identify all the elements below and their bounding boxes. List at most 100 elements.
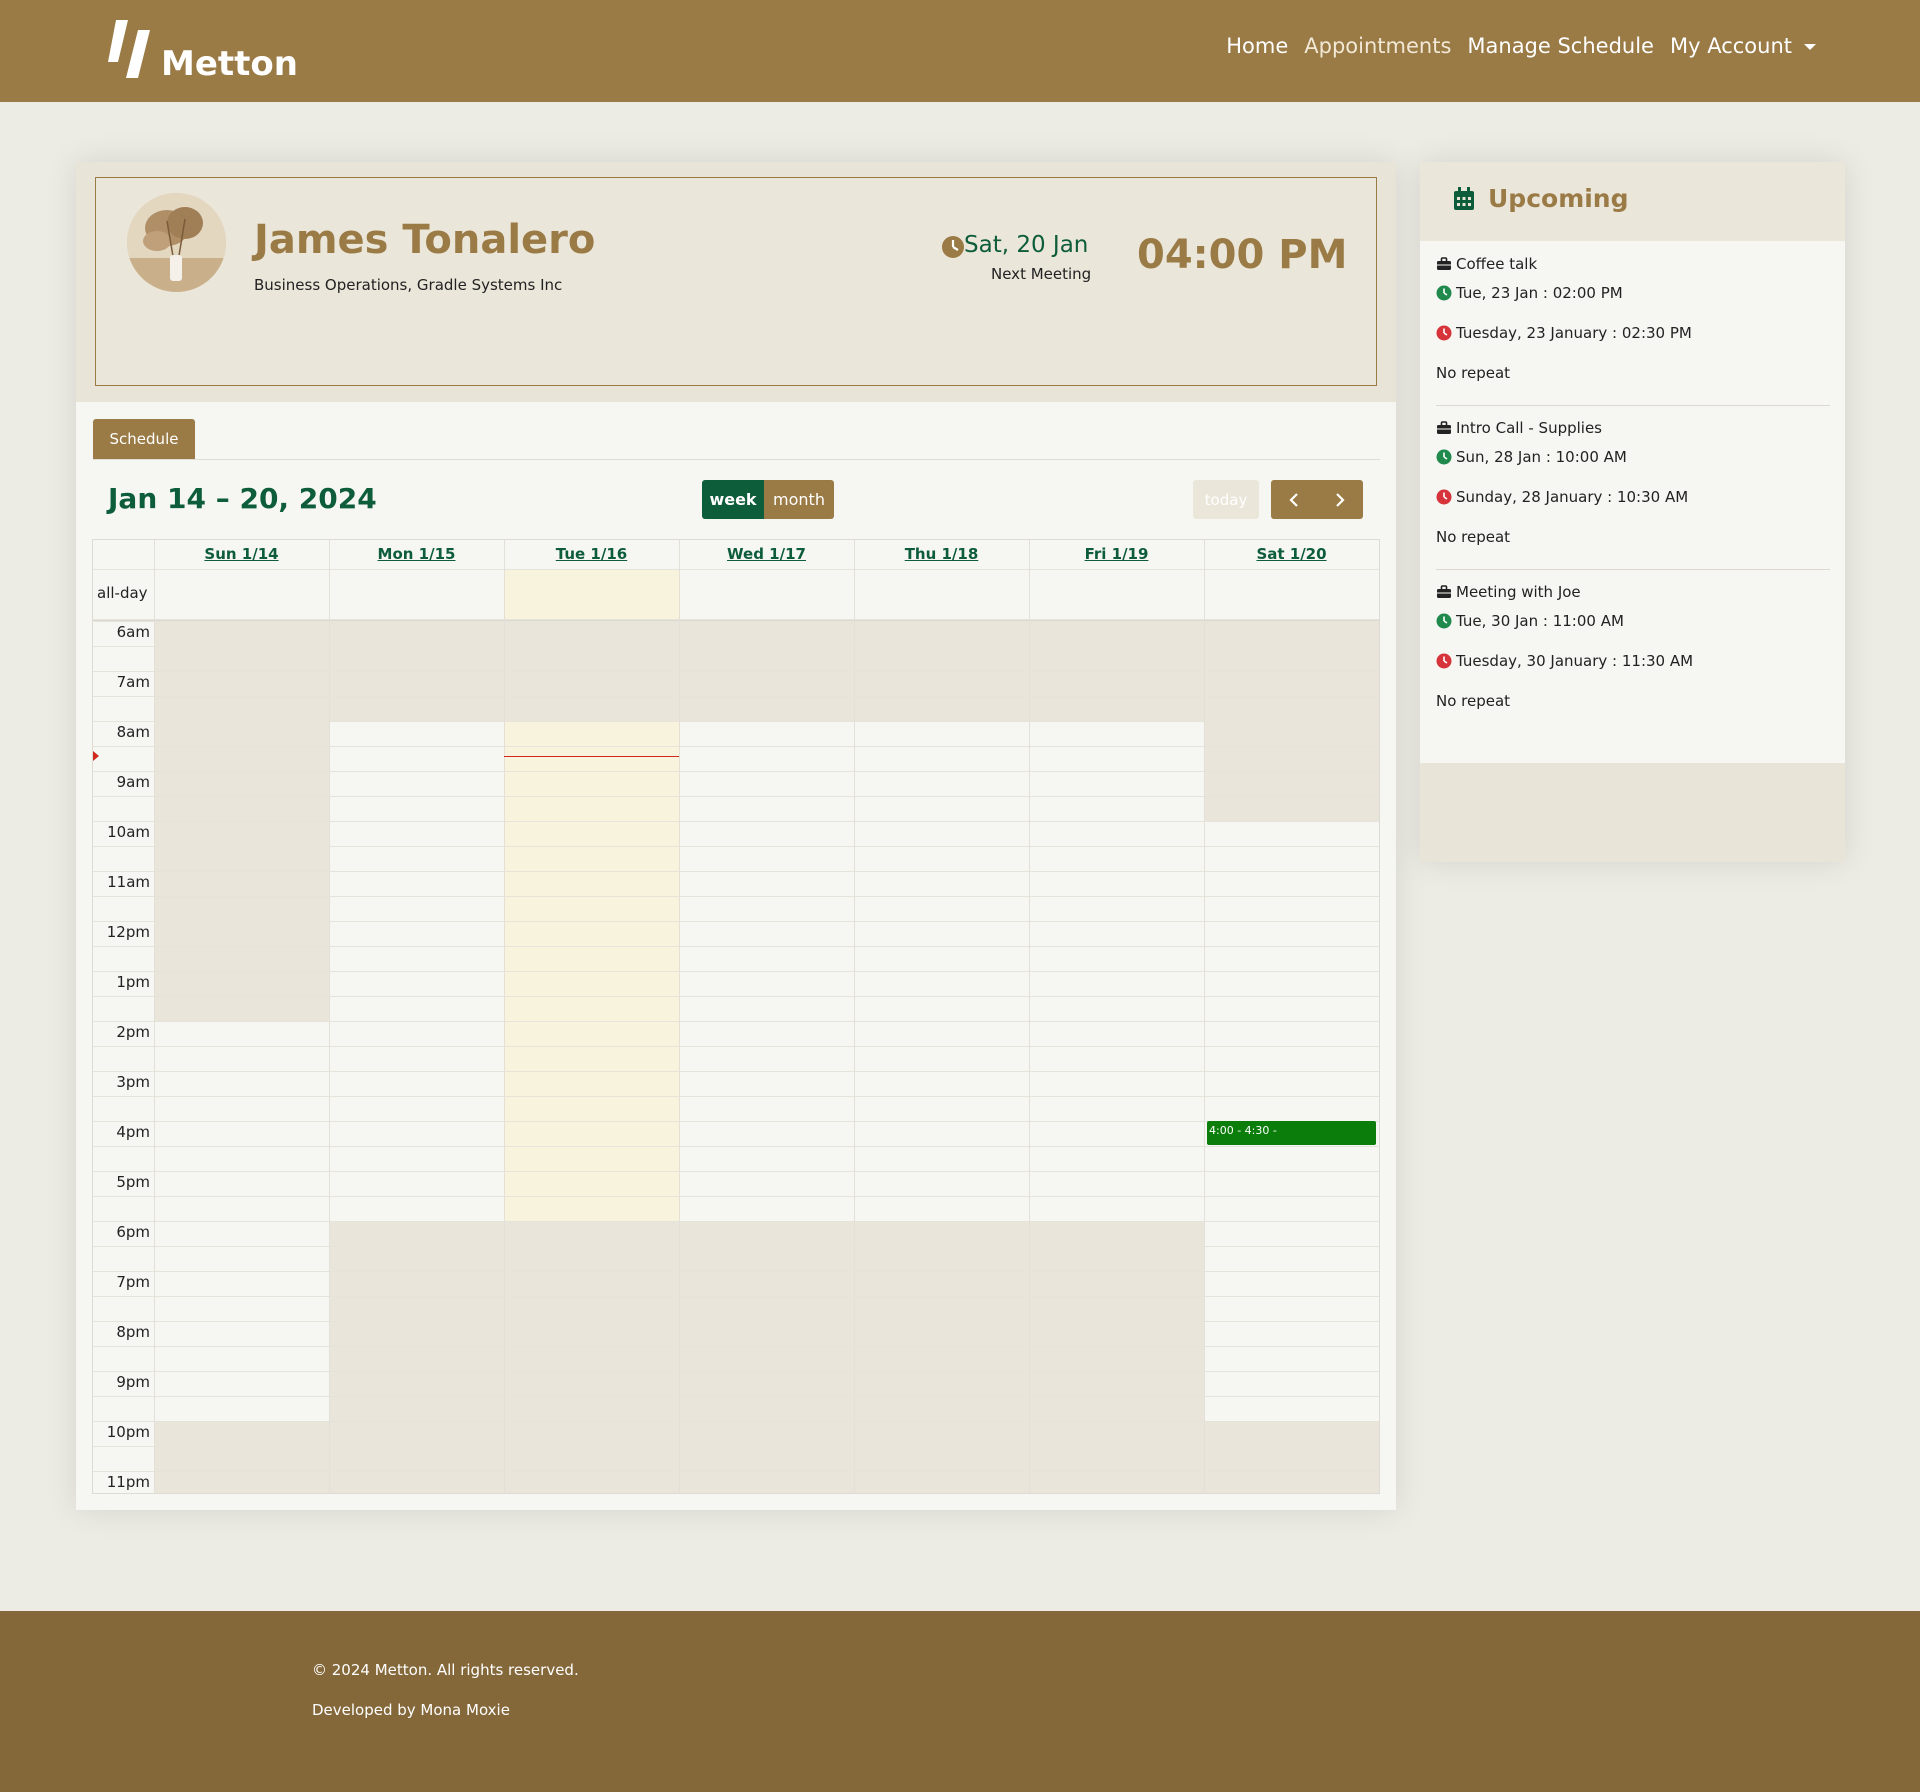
- slot-line: [93, 771, 1379, 772]
- slot-line: [93, 1121, 1379, 1122]
- day-header[interactable]: Thu 1/18: [854, 545, 1029, 565]
- profile-section: James Tonalero Business Operations, Grad…: [76, 162, 1396, 402]
- upcoming-item-repeat: No repeat: [1436, 692, 1511, 710]
- day-column-line: [329, 540, 330, 1493]
- hour-label: 11pm: [106, 1473, 150, 1491]
- upcoming-list: Coffee talk Tue, 23 Jan : 02:00 PM Tuesday…: [1420, 241, 1845, 763]
- clock-icon: [942, 236, 964, 258]
- header-row-line: [93, 569, 1379, 570]
- upcoming-header: Upcoming: [1420, 162, 1845, 241]
- slot-line: [93, 1296, 1379, 1297]
- current-time-line: [504, 756, 679, 757]
- slot-line: [93, 1096, 1379, 1097]
- tab-schedule[interactable]: Schedule: [93, 419, 195, 459]
- day-header[interactable]: Sun 1/14: [154, 545, 329, 565]
- non-business-hours: [1204, 1421, 1379, 1493]
- hour-label: 9pm: [116, 1373, 150, 1391]
- today-button[interactable]: today: [1193, 480, 1259, 519]
- calendar-event[interactable]: 4:00 - 4:30 -: [1207, 1121, 1376, 1145]
- non-business-hours: [504, 1221, 679, 1493]
- upcoming-item-start-row: Tue, 30 Jan : 11:00 AM: [1436, 612, 1624, 630]
- hour-label: 7pm: [116, 1273, 150, 1291]
- slot-line: [93, 1396, 1379, 1397]
- upcoming-item-repeat: No repeat: [1436, 364, 1511, 382]
- tab-divider: [93, 459, 1380, 460]
- next-meeting-date: Sat, 20 Jan: [964, 232, 1089, 258]
- day-column-line: [854, 540, 855, 1493]
- upcoming-item-start: Sun, 28 Jan : 10:00 AM: [1456, 448, 1627, 466]
- slot-line: [93, 846, 1379, 847]
- day-header[interactable]: Sat 1/20: [1204, 545, 1379, 565]
- nav-menu: Home Appointments Manage Schedule My Acc…: [1226, 34, 1816, 58]
- slot-line: [93, 696, 1379, 697]
- upcoming-item-start-row: Tue, 23 Jan : 02:00 PM: [1436, 284, 1623, 302]
- upcoming-divider: [1436, 405, 1830, 406]
- slot-line: [93, 1171, 1379, 1172]
- upcoming-item-title-row: Coffee talk: [1436, 255, 1537, 273]
- profile-box: James Tonalero Business Operations, Grad…: [95, 177, 1377, 386]
- upcoming-item-repeat-row: No repeat: [1436, 528, 1510, 546]
- day-header[interactable]: Wed 1/17: [679, 545, 854, 565]
- day-header[interactable]: Fri 1/19: [1029, 545, 1204, 565]
- footer-copyright: © 2024 Metton. All rights reserved.: [312, 1661, 579, 1679]
- non-business-hours: [1029, 1221, 1204, 1493]
- calendar-title: Jan 14 – 20, 2024: [108, 482, 377, 515]
- slot-line: [93, 1321, 1379, 1322]
- next-meeting-label: Next Meeting: [991, 265, 1092, 283]
- next-meeting-time: 04:00 PM: [1137, 232, 1348, 278]
- hour-label: 8pm: [116, 1323, 150, 1341]
- slot-line: [93, 1421, 1379, 1422]
- upcoming-item-end-row: Sunday, 28 January : 10:30 AM: [1436, 488, 1688, 506]
- upcoming-item-title: Intro Call - Supplies: [1456, 419, 1602, 437]
- day-header[interactable]: Mon 1/15: [329, 545, 504, 565]
- slot-line: [93, 1271, 1379, 1272]
- slot-line: [93, 921, 1379, 922]
- week-calendar-grid: Sun 1/14 Mon 1/15 Tue 1/16 Wed 1/17 Thu 1/18…: [92, 539, 1380, 1494]
- non-business-hours: [679, 1221, 854, 1493]
- metton-logo-icon[interactable]: [108, 20, 160, 78]
- next-week-button[interactable]: [1317, 480, 1363, 519]
- slot-line: [93, 1346, 1379, 1347]
- briefcase-icon: [1437, 421, 1451, 434]
- current-time-arrow: [93, 751, 99, 761]
- hour-label: 6am: [116, 623, 150, 641]
- upcoming-divider: [1436, 569, 1830, 570]
- upcoming-item-repeat-row: No repeat: [1436, 692, 1510, 710]
- upcoming-item-end: Tuesday, 23 January : 02:30 PM: [1456, 324, 1692, 342]
- hour-label: 4pm: [116, 1123, 150, 1141]
- slot-line: [93, 1021, 1379, 1022]
- hour-label: 5pm: [116, 1173, 150, 1191]
- person-name: James Tonalero: [254, 217, 596, 263]
- nav-my-account-label: My Account: [1669, 34, 1792, 58]
- week-view-button[interactable]: week: [702, 480, 764, 519]
- month-view-button[interactable]: month: [764, 480, 834, 519]
- nav-manage-schedule[interactable]: Manage Schedule: [1467, 34, 1654, 58]
- slot-line: [93, 671, 1379, 672]
- nav-my-account[interactable]: My Account: [1670, 34, 1816, 58]
- slot-line: [93, 646, 1379, 647]
- nav-appointments[interactable]: Appointments: [1304, 34, 1451, 58]
- chevron-down-icon: [1804, 44, 1816, 50]
- upcoming-item-title: Coffee talk: [1456, 255, 1538, 273]
- upcoming-item-end-row: Tuesday, 30 January : 11:30 AM: [1436, 652, 1693, 670]
- slot-line: [93, 1196, 1379, 1197]
- slot-line: [93, 621, 1379, 622]
- slot-line: [93, 971, 1379, 972]
- slot-line: [93, 821, 1379, 822]
- hour-label: 7am: [116, 673, 150, 691]
- upcoming-item-start-row: Sun, 28 Jan : 10:00 AM: [1436, 448, 1627, 466]
- hour-label: 3pm: [116, 1073, 150, 1091]
- hour-label: 11am: [107, 873, 150, 891]
- upcoming-item[interactable]: Intro Call - Supplies Sun, 28 Jan : 10:00…: [1436, 419, 1830, 569]
- day-header[interactable]: Tue 1/16: [504, 545, 679, 565]
- nav-home[interactable]: Home: [1226, 34, 1288, 58]
- upcoming-item[interactable]: Meeting with Joe Tue, 30 Jan : 11:00 AM Tu…: [1436, 583, 1830, 733]
- upcoming-item[interactable]: Coffee talk Tue, 23 Jan : 02:00 PM Tuesday…: [1436, 255, 1830, 405]
- hour-label: 10am: [107, 823, 150, 841]
- upcoming-item-title: Meeting with Joe: [1456, 583, 1581, 601]
- prev-week-button[interactable]: [1271, 480, 1317, 519]
- upcoming-item-title-row: Intro Call - Supplies: [1436, 419, 1602, 437]
- hour-label: 1pm: [116, 973, 150, 991]
- start-clock-icon: [1436, 613, 1452, 629]
- brand-name[interactable]: Metton: [161, 44, 298, 84]
